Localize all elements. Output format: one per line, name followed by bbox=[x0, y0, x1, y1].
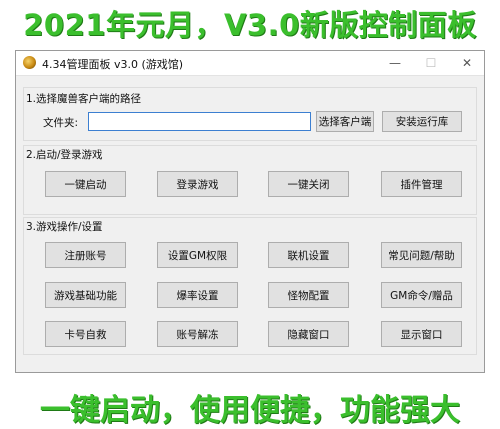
maximize-button[interactable]: ☐ bbox=[414, 51, 448, 75]
register-account-button[interactable]: 注册账号 bbox=[45, 242, 126, 268]
client-path-section-title: 1.选择魔兽客户端的路径 bbox=[26, 93, 142, 105]
plugin-manager-button[interactable]: 插件管理 bbox=[381, 171, 462, 197]
unfreeze-account-button[interactable]: 账号解冻 bbox=[157, 321, 238, 347]
bottom-banner-text: 一键启动，使用便捷，功能强大 bbox=[40, 393, 460, 428]
top-banner-text: 2021年元月，V3.0新版控制面板 bbox=[23, 8, 477, 42]
hide-window-button[interactable]: 隐藏窗口 bbox=[268, 321, 349, 347]
basic-game-functions-button[interactable]: 游戏基础功能 bbox=[45, 282, 126, 308]
drop-rate-settings-button[interactable]: 爆率设置 bbox=[157, 282, 238, 308]
login-game-button[interactable]: 登录游戏 bbox=[157, 171, 238, 197]
network-settings-button[interactable]: 联机设置 bbox=[268, 242, 349, 268]
show-window-button[interactable]: 显示窗口 bbox=[381, 321, 462, 347]
window-title: 4.34管理面板 v3.0 (游戏馆) bbox=[42, 58, 184, 71]
faq-help-button[interactable]: 常见问题/帮助 bbox=[381, 242, 462, 268]
folder-label: 文件夹: bbox=[43, 117, 79, 129]
one-click-close-button[interactable]: 一键关闭 bbox=[268, 171, 349, 197]
set-gm-permission-button[interactable]: 设置GM权限 bbox=[157, 242, 238, 268]
app-icon bbox=[23, 56, 36, 69]
one-click-start-button[interactable]: 一键启动 bbox=[45, 171, 126, 197]
launch-login-section-title: 2.启动/登录游戏 bbox=[26, 149, 103, 161]
monster-config-button[interactable]: 怪物配置 bbox=[268, 282, 349, 308]
title-bar: 4.34管理面板 v3.0 (游戏馆) — ☐ ✕ bbox=[16, 51, 484, 76]
gm-commands-gifts-button[interactable]: GM命令/赠品 bbox=[381, 282, 462, 308]
card-self-rescue-button[interactable]: 卡号自救 bbox=[45, 321, 126, 347]
game-operations-section-title: 3.游戏操作/设置 bbox=[26, 221, 103, 233]
minimize-button[interactable]: — bbox=[378, 51, 412, 75]
install-runtime-button[interactable]: 安装运行库 bbox=[382, 111, 462, 132]
select-client-button[interactable]: 选择客户端 bbox=[316, 111, 374, 132]
client-path-input[interactable] bbox=[88, 112, 311, 131]
close-button[interactable]: ✕ bbox=[450, 51, 484, 75]
control-panel-window: 4.34管理面板 v3.0 (游戏馆) — ☐ ✕ 1.选择魔兽客户端的路径 文… bbox=[15, 50, 485, 373]
